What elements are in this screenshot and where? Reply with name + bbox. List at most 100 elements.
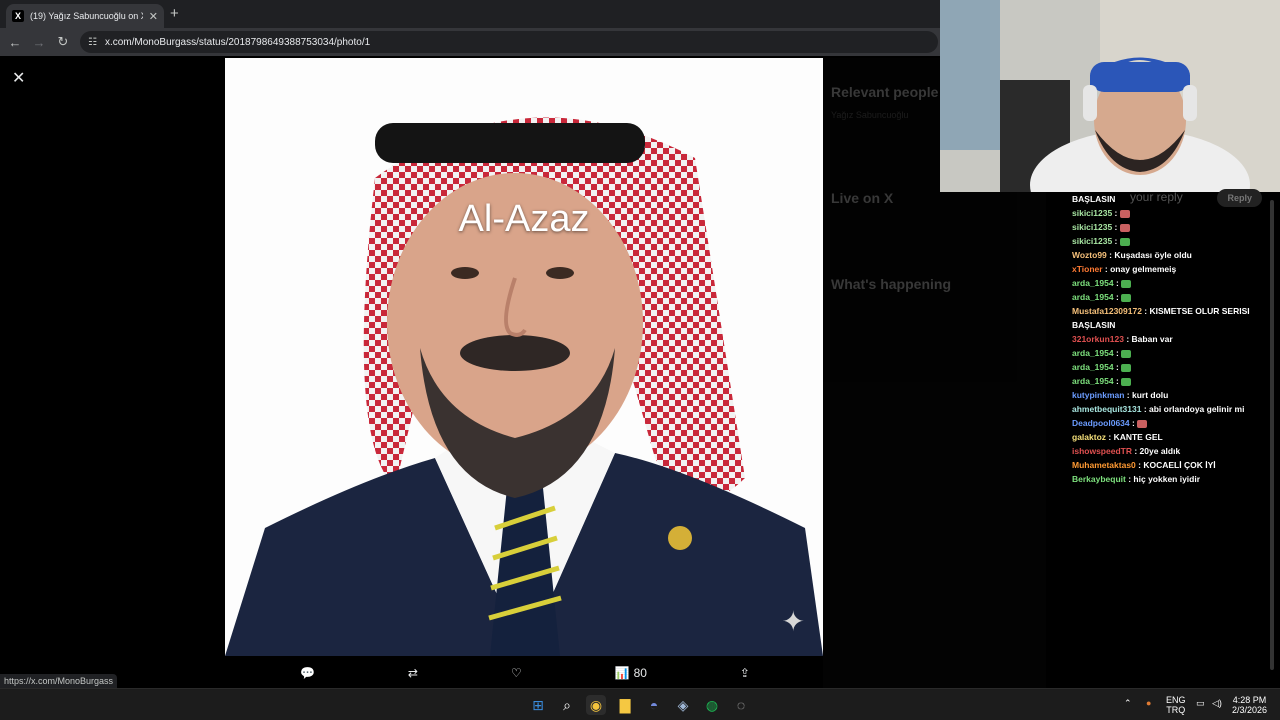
chat-message: Deadpool0634 : <box>1072 416 1276 430</box>
analytics-icon: 📊 <box>614 666 630 680</box>
clock-date: 2/3/2026 <box>1232 705 1268 715</box>
chat-username[interactable]: Mustafa12309172 <box>1072 306 1142 316</box>
chat-username[interactable]: sikici1235 <box>1072 208 1112 218</box>
chat-text: onay gelmemeiş <box>1110 264 1177 274</box>
search-icon[interactable]: ⌕ <box>557 695 577 715</box>
file-explorer-icon[interactable]: ▇ <box>615 695 635 715</box>
chat-separator: : <box>1106 432 1114 442</box>
emote-icon <box>1119 209 1130 218</box>
chat-username[interactable]: Deadpool0634 <box>1072 418 1130 428</box>
chat-message: kutypinkman : kurt dolu <box>1072 388 1276 402</box>
microphone-icon[interactable]: ● <box>1146 698 1151 708</box>
chat-username[interactable]: galaktoz <box>1072 432 1106 442</box>
volume-icon[interactable]: ◁) <box>1212 698 1222 708</box>
chat-separator: : <box>1102 264 1111 274</box>
reload-icon[interactable]: ↻ <box>51 34 75 50</box>
chat-separator: : <box>1113 362 1122 372</box>
chat-text: KANTE GEL <box>1113 432 1163 442</box>
chat-message: sikici1235 : <box>1072 234 1276 248</box>
chat-username[interactable]: sikici1235 <box>1072 236 1112 246</box>
forward-icon[interactable]: → <box>27 35 51 50</box>
chat-message: arda_1954 : <box>1072 276 1276 290</box>
emote-icon <box>1121 377 1132 386</box>
site-info-icon[interactable]: ☷ <box>88 37 97 48</box>
chat-username[interactable]: Muhametaktas0 <box>1072 460 1136 470</box>
back-icon[interactable]: ← <box>3 35 27 50</box>
chat-username[interactable]: xTioner <box>1072 264 1103 274</box>
chat-reply-button[interactable]: Reply <box>1217 189 1262 207</box>
chat-username[interactable]: Wozto99 <box>1072 250 1107 260</box>
chat-separator: : <box>1113 278 1122 288</box>
network-icon[interactable]: ▭ <box>1196 698 1205 708</box>
chat-username[interactable]: BAŞLASIN <box>1072 194 1115 204</box>
chat-text: 20ye aldık <box>1139 446 1181 456</box>
chat-username[interactable]: kutypinkman <box>1072 390 1124 400</box>
chat-message: Muhametaktas0 : KOCAELİ ÇOK İYİ <box>1072 458 1276 472</box>
chat-text: Kuşadası öyle oldu <box>1114 250 1192 260</box>
chat-message: ishowspeedTR : 20ye aldık <box>1072 444 1276 458</box>
link-status-url: https://x.com/MonoBurgass <box>0 674 118 688</box>
windows-start-icon[interactable]: ⊞ <box>528 695 548 715</box>
chat-text: kurt dolu <box>1132 390 1169 400</box>
tweet-actions: 💬 ⇄ ♡ 📊 80 ⇪ <box>300 662 750 684</box>
live-chat: your reply Reply BAŞLASIN sikici1235 : si… <box>1046 189 1280 688</box>
chat-message: sikici1235 : <box>1072 220 1276 234</box>
spotify-icon[interactable]: ◍ <box>702 695 722 715</box>
emote-icon <box>1121 293 1132 302</box>
chat-separator: : <box>1113 376 1122 386</box>
live-on-x-heading: Live on X <box>831 190 894 206</box>
chat-username[interactable]: arda_1954 <box>1072 362 1114 372</box>
chat-username[interactable]: Berkaybequit <box>1072 474 1126 484</box>
browser-tab[interactable]: X (19) Yağız Sabuncuoğlu on X: " ✕ <box>6 4 164 28</box>
chat-username[interactable]: sikici1235 <box>1072 222 1112 232</box>
chat-reply-placeholder[interactable]: your reply <box>1130 190 1183 204</box>
clock[interactable]: 4:28 PM 2/3/2026 <box>1232 695 1267 715</box>
chat-text: hiç yokken iyidir <box>1133 474 1201 484</box>
chrome-icon[interactable]: ◉ <box>586 695 606 715</box>
url-text: x.com/MonoBurgass/status/201879864938875… <box>104 36 371 48</box>
whats-happening-heading: What's happening <box>831 276 951 292</box>
close-icon[interactable]: ✕ <box>12 68 25 88</box>
steam-icon[interactable]: ◈ <box>673 695 693 715</box>
like-icon[interactable]: ♡ <box>511 666 522 680</box>
emote-icon <box>1121 279 1132 288</box>
chat-username[interactable]: arda_1954 <box>1072 376 1114 386</box>
emote-icon <box>1119 223 1130 232</box>
browser-tab-strip: X (19) Yağız Sabuncuoğlu on X: " ✕ + <box>0 0 940 28</box>
chat-username[interactable]: arda_1954 <box>1072 292 1114 302</box>
chat-separator: : <box>1141 404 1150 414</box>
reply-icon[interactable]: 💬 <box>300 666 315 680</box>
tweet-photo[interactable]: Al-Azaz ✦ <box>225 58 823 656</box>
chat-text: abi orlandoya gelinir mi <box>1149 404 1245 414</box>
chat-message: sikici1235 : <box>1072 206 1276 220</box>
chat-message: arda_1954 : <box>1072 374 1276 388</box>
app-icon[interactable]: ◌ <box>731 695 751 715</box>
retweet-icon[interactable]: ⇄ <box>408 666 418 680</box>
chat-message: xTioner : onay gelmemeiş <box>1072 262 1276 276</box>
emote-icon <box>1137 419 1148 428</box>
tab-close-icon[interactable]: ✕ <box>149 10 158 23</box>
photo-illustration <box>225 58 823 656</box>
taskbar: ⊞ ⌕ ◉ ▇ ◓ ◈ ◍ ◌ ⌃ ● ENG TRQ ▭ ◁) 4:28 PM… <box>0 688 1280 720</box>
chat-username[interactable]: arda_1954 <box>1072 278 1114 288</box>
share-icon[interactable]: ⇪ <box>740 666 750 680</box>
chat-separator: : <box>1123 334 1132 344</box>
discord-icon[interactable]: ◓ <box>644 695 664 715</box>
chat-separator: : <box>1131 446 1140 456</box>
tray-expand-icon[interactable]: ⌃ <box>1124 698 1132 708</box>
chat-message: arda_1954 : <box>1072 290 1276 304</box>
chat-username[interactable]: arda_1954 <box>1072 348 1114 358</box>
chat-message: Berkaybequit : hiç yokken iyidir <box>1072 472 1276 486</box>
views-stat[interactable]: 📊 80 <box>615 666 647 680</box>
x-logo-icon: X <box>12 10 24 22</box>
chat-scrollbar[interactable] <box>1270 200 1274 670</box>
new-tab-icon[interactable]: + <box>170 5 179 22</box>
chat-username[interactable]: ahmetbequit3131 <box>1072 404 1141 414</box>
emote-icon <box>1121 363 1132 372</box>
browser-toolbar: ← → ↻ ☷ x.com/MonoBurgass/status/2018798… <box>0 28 940 56</box>
chat-username[interactable]: ishowspeedTR <box>1072 446 1132 456</box>
chat-username[interactable]: 321orkun123 <box>1072 334 1124 344</box>
language-indicator[interactable]: ENG TRQ <box>1166 695 1186 715</box>
chat-message: arda_1954 : <box>1072 360 1276 374</box>
address-bar[interactable]: ☷ x.com/MonoBurgass/status/2018798649388… <box>80 31 938 53</box>
